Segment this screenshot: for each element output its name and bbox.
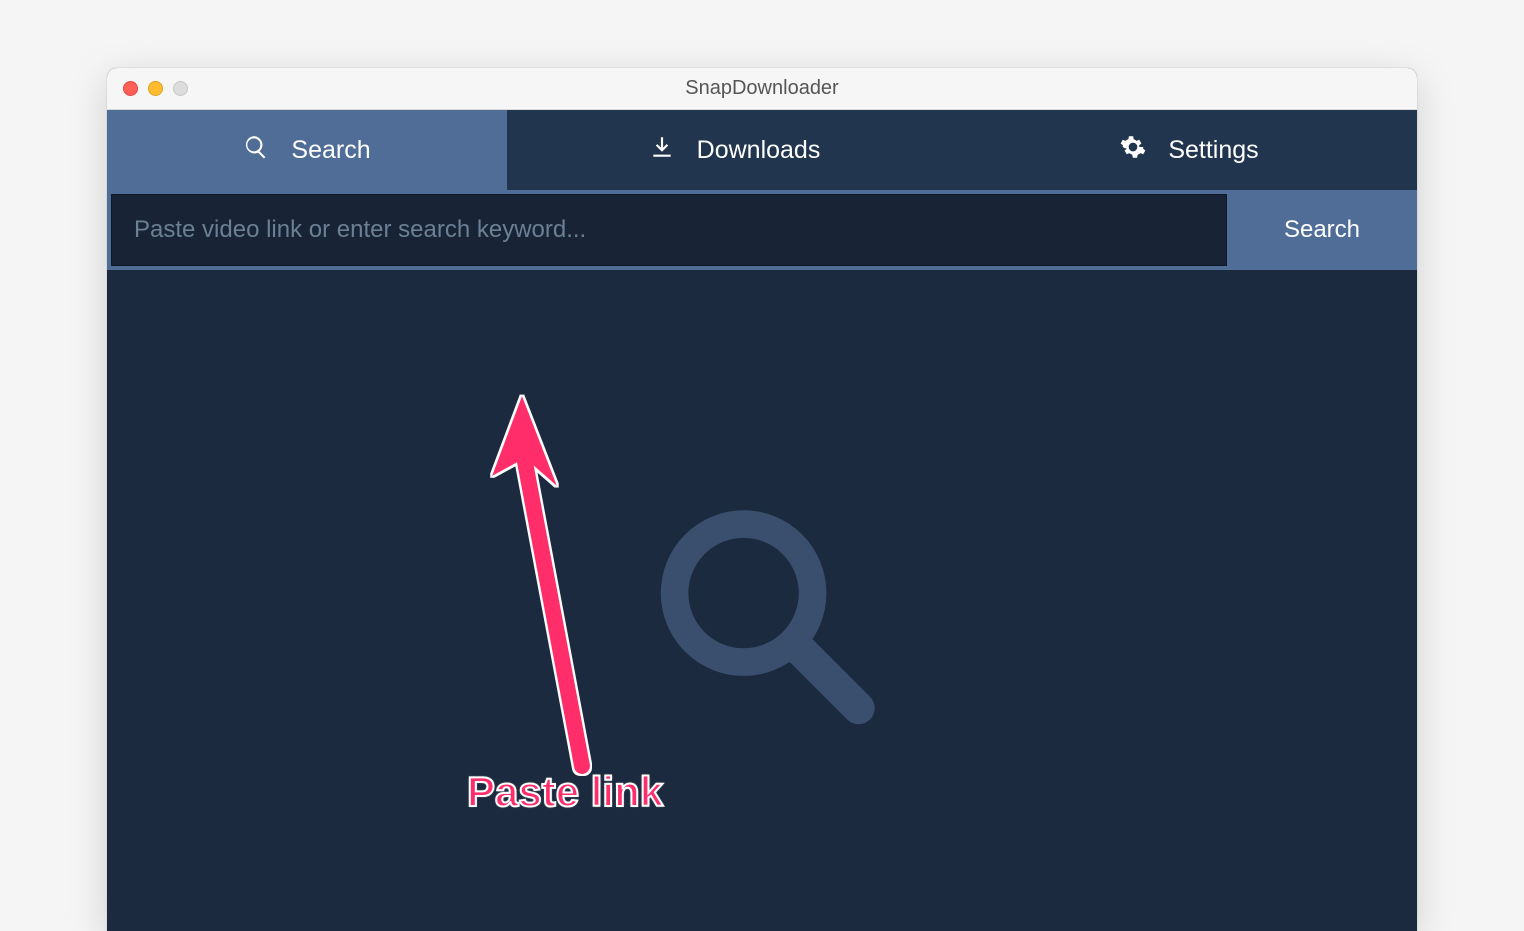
tab-bar: Search Downloads Settings bbox=[107, 110, 1417, 190]
search-button[interactable]: Search bbox=[1227, 190, 1417, 270]
tab-downloads[interactable]: Downloads bbox=[507, 110, 962, 190]
tab-settings[interactable]: Settings bbox=[962, 110, 1417, 190]
empty-state-search-icon bbox=[647, 496, 877, 731]
window-controls bbox=[107, 81, 188, 96]
titlebar: SnapDownloader bbox=[107, 68, 1417, 110]
maximize-window-button[interactable] bbox=[173, 81, 188, 96]
search-bar: Search bbox=[107, 190, 1417, 270]
content-area bbox=[107, 270, 1417, 931]
gear-icon bbox=[1120, 134, 1146, 167]
minimize-window-button[interactable] bbox=[148, 81, 163, 96]
download-icon bbox=[649, 134, 675, 167]
close-window-button[interactable] bbox=[123, 81, 138, 96]
search-icon bbox=[243, 134, 269, 167]
tab-search[interactable]: Search bbox=[107, 110, 507, 190]
tab-label: Downloads bbox=[697, 136, 821, 165]
window-title: SnapDownloader bbox=[107, 77, 1417, 100]
tab-label: Settings bbox=[1168, 136, 1258, 165]
tab-label: Search bbox=[291, 136, 370, 165]
app-window: SnapDownloader Search Downloads Settings… bbox=[107, 68, 1417, 931]
search-input[interactable] bbox=[111, 194, 1227, 266]
